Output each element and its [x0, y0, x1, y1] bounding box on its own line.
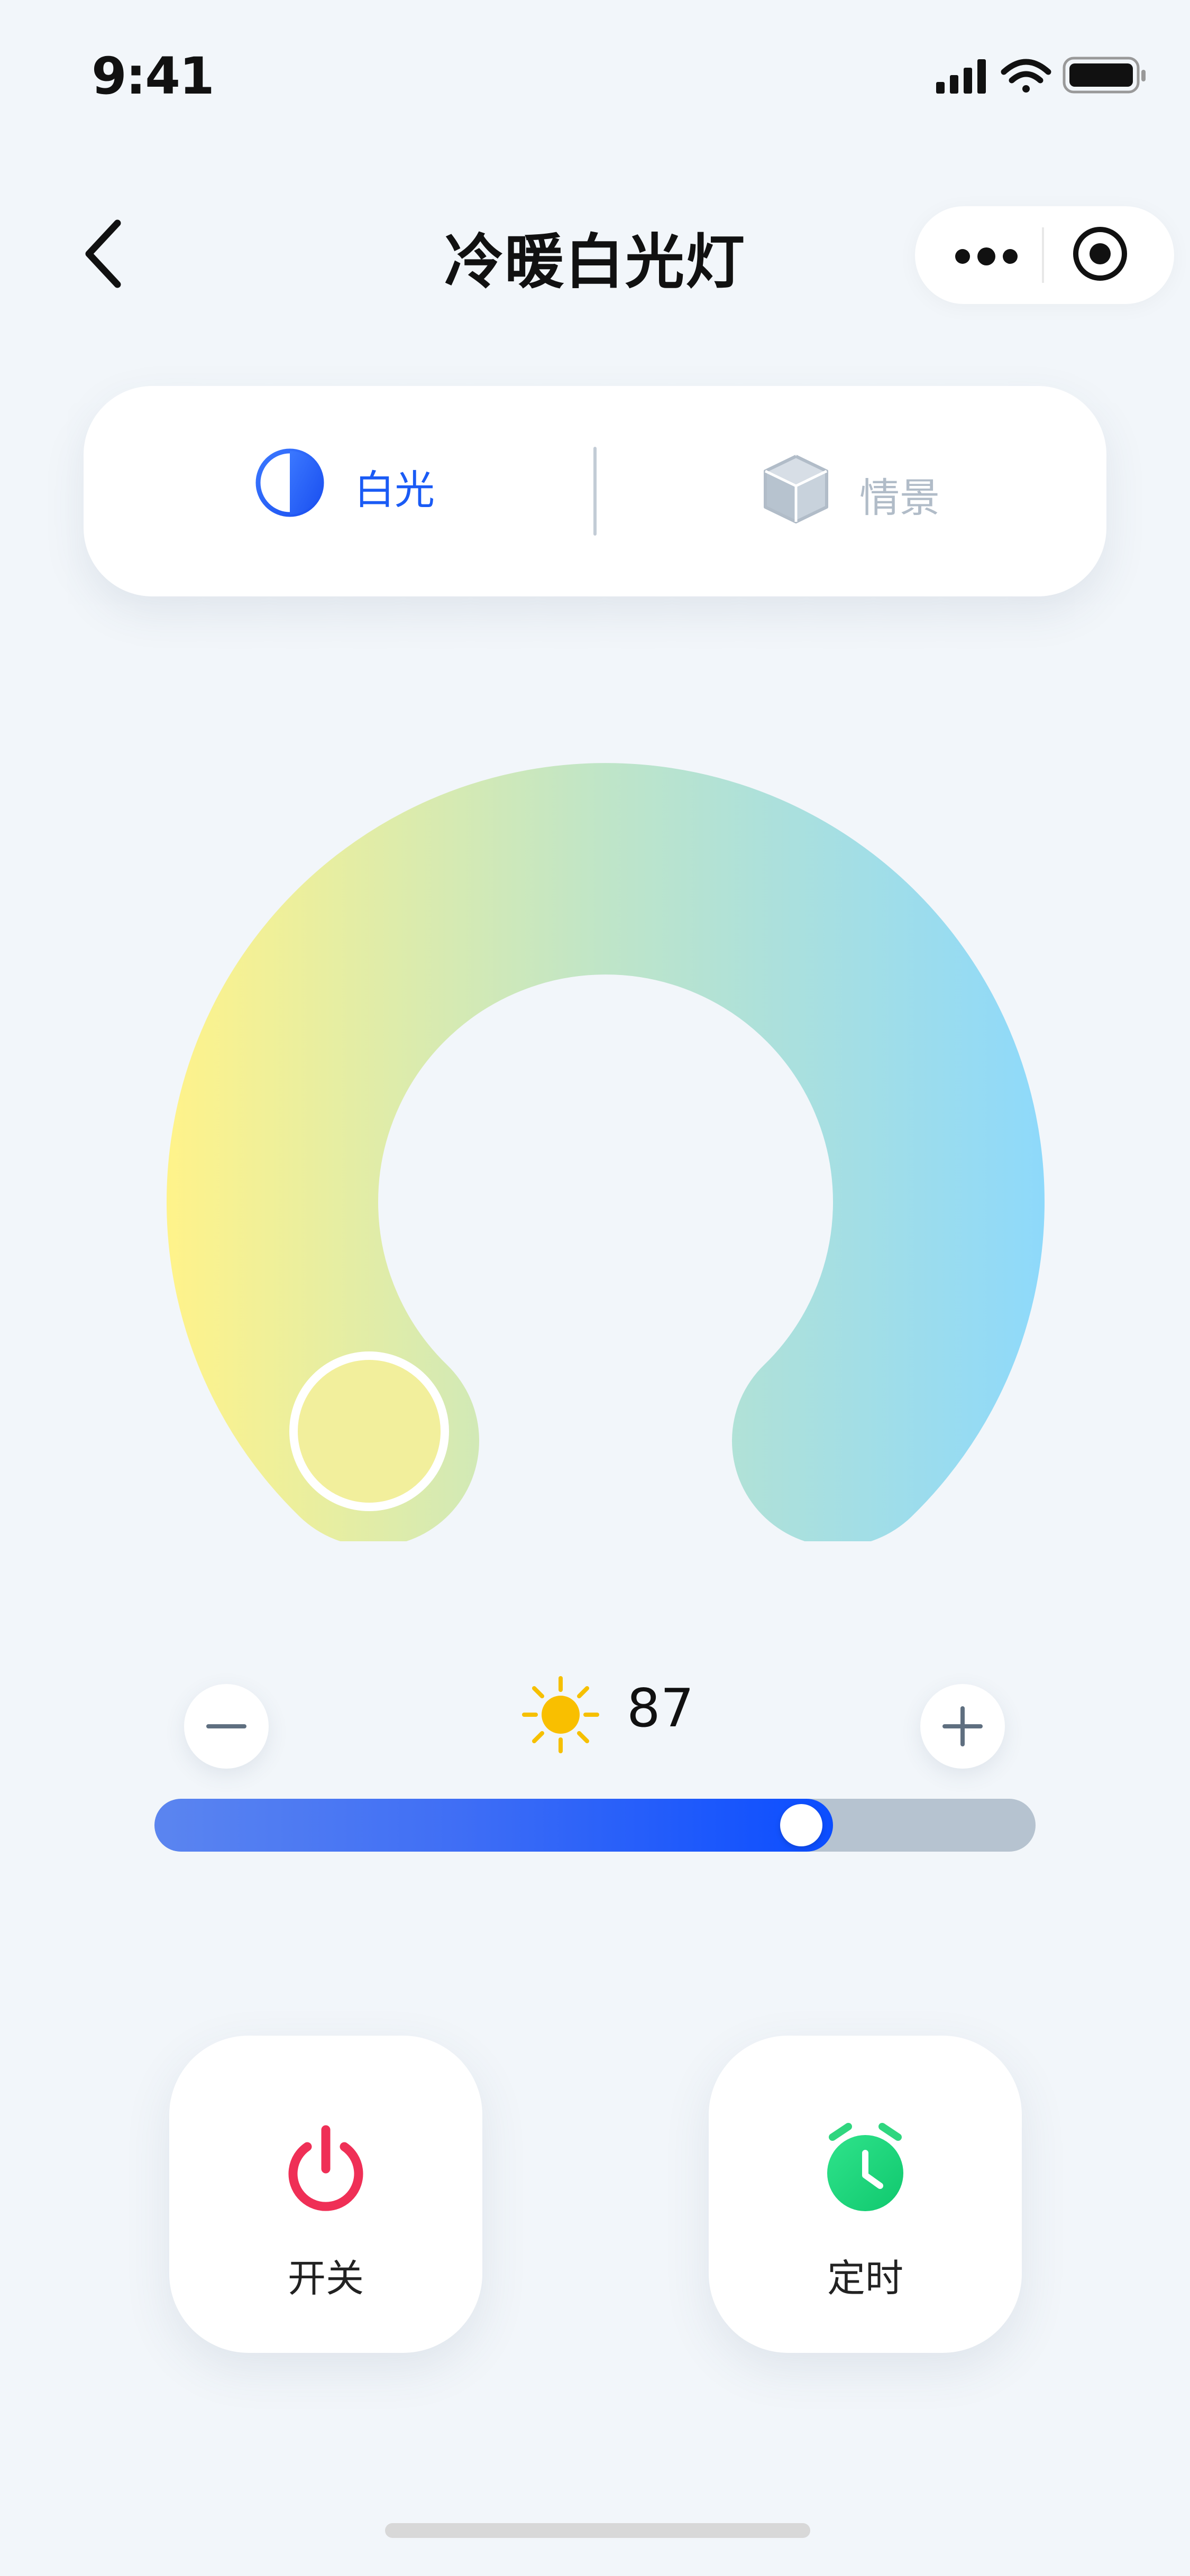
- mode-tab-white-light[interactable]: 白光: [249, 447, 460, 521]
- power-button-label: 开关: [287, 2256, 364, 2301]
- color-temperature-ring[interactable]: [167, 759, 1045, 1541]
- home-indicator: [385, 2523, 810, 2538]
- mode-tab-scene-label: 情景: [859, 474, 940, 521]
- color-selector-handle[interactable]: [289, 1351, 449, 1511]
- battery-icon: [1063, 57, 1146, 94]
- wifi-icon: [1001, 59, 1051, 93]
- brightness-slider-fill: [154, 1799, 833, 1852]
- brightness-decrease-button[interactable]: [184, 1684, 269, 1769]
- capsule-divider: [1042, 227, 1044, 283]
- power-button[interactable]: 开关: [169, 2036, 482, 2353]
- cube-icon: [764, 455, 828, 523]
- brightness-slider-thumb[interactable]: [780, 1804, 822, 1846]
- power-icon: [288, 2125, 363, 2211]
- status-icons: [936, 57, 1146, 94]
- brightness-value: 87: [627, 1677, 694, 1739]
- sun-icon: [522, 1676, 599, 1753]
- mode-tab-white-label: 白光: [354, 466, 435, 513]
- brightness-increase-button[interactable]: [920, 1684, 1005, 1769]
- brightness-slider[interactable]: [154, 1799, 1036, 1852]
- minus-icon: [206, 1724, 246, 1728]
- status-time: 9:41: [91, 47, 215, 106]
- timer-button-label: 定时: [827, 2256, 903, 2301]
- more-dots-icon[interactable]: [952, 233, 1021, 280]
- target-icon[interactable]: [1071, 225, 1129, 283]
- mode-tab-scene[interactable]: 情景: [756, 452, 968, 529]
- mode-divider: [593, 447, 597, 536]
- plus-icon: [942, 1706, 983, 1746]
- cellular-signal-icon: [936, 59, 986, 94]
- timer-button[interactable]: 定时: [709, 2036, 1022, 2353]
- alarm-clock-icon: [827, 2123, 903, 2211]
- half-circle-icon: [255, 448, 324, 517]
